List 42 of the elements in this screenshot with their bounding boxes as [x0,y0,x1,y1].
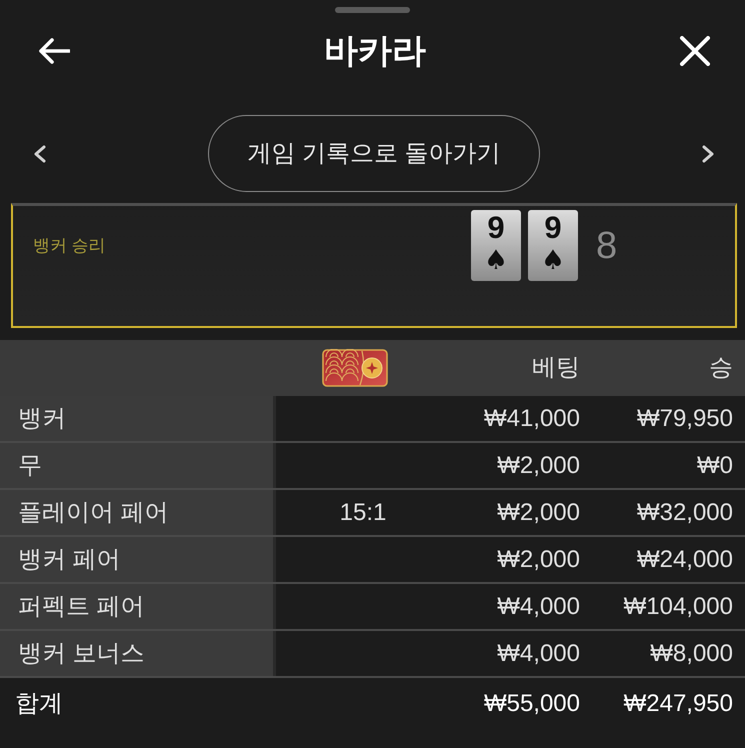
bet-type-cell: 플레이어 페어 [0,490,276,535]
card-suit: ♠ [540,247,566,274]
column-heading: 베팅 [532,353,580,383]
close-icon [680,36,710,66]
close-button[interactable] [680,36,710,66]
card-rank: 9 [544,212,562,243]
bet-type-cell: 뱅커 페어 [0,537,276,582]
win-amount: ₩0 [697,450,733,480]
app-title: 바카라 [324,30,426,72]
win-amount: ₩104,000 [624,592,733,622]
bet-amount: ₩2,000 [497,498,580,528]
back-to-history-button[interactable]: 게임 기록으로 돌아가기 [208,115,540,192]
win-amount: ₩79,950 [636,404,733,434]
bet-type-cell: 퍼펙트 페어 [0,584,276,629]
bet-amount: ₩4,000 [497,592,580,622]
next-button[interactable] [702,144,715,162]
win-amount: ₩32,000 [636,498,733,528]
win-amount: ₩8,000 [650,638,733,668]
win-amount: ₩24,000 [636,544,733,574]
bet-amount: ₩2,000 [497,450,580,480]
card-rank: 9 [487,212,505,243]
back-button[interactable] [38,38,70,64]
column-heading: 승 [709,353,733,383]
coin-envelope-icon [322,349,388,387]
bet-amount: ₩2,000 [497,544,580,574]
bet-type-cell: 뱅커 보너스 [0,631,276,676]
hand-score: 8 [596,226,618,264]
bet-amount: ₩4,000 [497,638,580,668]
bet-type-cell: 무 [0,443,276,488]
odds-text: 15:1 [340,498,386,528]
total-bet: ₩55,000 [484,689,580,719]
card-suit: ♠ [484,247,508,274]
drag-handle[interactable] [335,7,410,13]
bet-type-cell: 뱅커 [0,396,276,441]
total-label: 합계 [15,689,63,719]
chevron-left-icon [33,144,46,162]
bet-amount: ₩41,000 [484,404,580,434]
result-outcome: 뱅커 승리 [33,236,106,254]
previous-button[interactable] [33,144,46,162]
chevron-right-icon [702,144,715,162]
total-win: ₩247,950 [624,689,733,719]
arrow-left-icon [38,38,70,64]
